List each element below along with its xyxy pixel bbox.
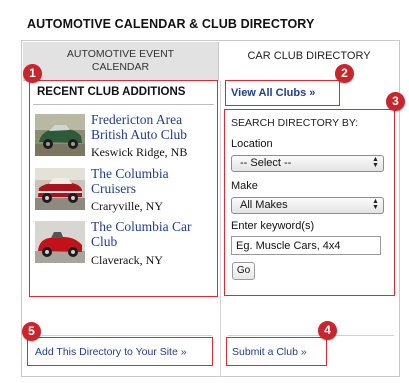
callout-badge-4: 4 xyxy=(318,321,337,340)
page-title: AUTOMOTIVE CALENDAR & CLUB DIRECTORY xyxy=(27,17,315,31)
tab-club-directory-label: CAR CLUB DIRECTORY xyxy=(247,50,371,62)
callout-box-recent-additions xyxy=(29,80,218,297)
page: AUTOMOTIVE CALENDAR & CLUB DIRECTORY AUT… xyxy=(0,0,409,383)
callout-badge-3: 3 xyxy=(386,92,405,111)
callout-box-submit xyxy=(226,337,327,366)
column-divider xyxy=(220,81,221,377)
callout-badge-2: 2 xyxy=(335,64,354,83)
callout-box-view-all xyxy=(225,80,340,106)
tab-club-directory[interactable]: CAR CLUB DIRECTORY xyxy=(220,42,398,81)
callout-box-add-directory xyxy=(27,337,213,366)
footer-divider-left xyxy=(26,335,212,336)
callout-badge-5: 5 xyxy=(22,322,41,341)
callout-box-search xyxy=(224,109,395,296)
tab-event-calendar-label-2: CALENDAR xyxy=(91,61,150,73)
tab-event-calendar[interactable]: AUTOMOTIVE EVENT CALENDAR xyxy=(23,42,219,81)
footer-divider-right xyxy=(228,335,394,336)
callout-badge-1: 1 xyxy=(23,64,42,83)
tab-event-calendar-label-1: AUTOMOTIVE EVENT xyxy=(66,48,175,60)
